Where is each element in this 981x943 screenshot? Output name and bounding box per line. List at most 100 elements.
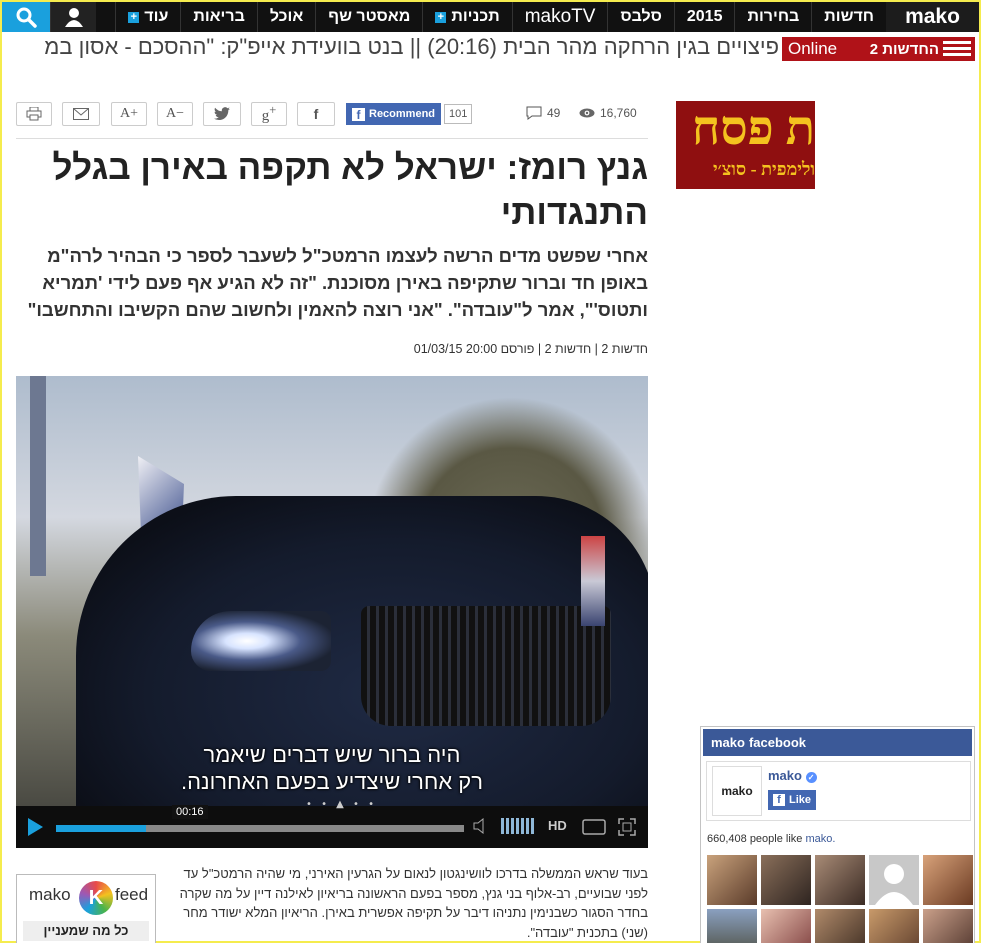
fullscreen-icon[interactable] — [618, 818, 636, 836]
video-progress-bar[interactable]: 00:16 — [56, 805, 464, 832]
font-increase-button[interactable]: A+ — [111, 102, 147, 126]
mako-feed-box[interactable]: mako K feed כל מה שמעניין — [16, 874, 156, 943]
nav-item[interactable]: בחירות — [734, 2, 811, 32]
fb-faces-grid — [707, 855, 973, 943]
fb-page-card: mako mako ✓ f Like — [706, 761, 971, 821]
facebook-widget: mako facebook mako mako ✓ f Like 660,408 … — [700, 726, 975, 943]
font-decrease-button[interactable]: A− — [157, 102, 193, 126]
video-subtitle-line2: רק אחרי שיצדיע בפעם האחרונה. — [180, 769, 484, 794]
video-time: 00:16 — [172, 805, 208, 819]
fb-fan-avatar[interactable] — [707, 909, 757, 943]
menu-lines-icon — [943, 41, 971, 57]
fb-fan-avatar[interactable] — [923, 855, 973, 905]
fb-fan-avatar[interactable] — [761, 909, 811, 943]
video-subtitle-line1: היה ברור שיש דברים שיאמר — [203, 742, 461, 767]
nav-item[interactable]: מאסטר שף — [315, 2, 422, 32]
play-button[interactable] — [28, 818, 43, 836]
video-progress-fill — [56, 825, 146, 832]
video-controls: • • ▲ • • 00:16 HD — [16, 799, 648, 848]
theater-mode-icon[interactable] — [582, 819, 606, 835]
ticker-text[interactable]: פיצויים בגין הרחקה מהר הבית (20:16) || ב… — [19, 34, 779, 60]
nav-items: חדשות בחירות 2015 סלבס makoTV תכניות + מאסטר שף… — [96, 2, 886, 32]
fb-fan-avatar[interactable] — [923, 909, 973, 943]
search-icon — [16, 7, 37, 28]
twitter-button[interactable] — [203, 102, 241, 126]
fb-fan-avatar[interactable] — [815, 855, 865, 905]
user-icon — [64, 8, 83, 27]
volume-slider[interactable] — [501, 818, 535, 834]
fb-fan-avatar[interactable] — [869, 855, 919, 905]
fb-like-label: Like — [789, 794, 812, 806]
eye-icon — [579, 108, 595, 118]
print-button[interactable] — [16, 102, 52, 126]
fb-avatar-text: mako — [721, 784, 753, 798]
fb-header-label: facebook — [748, 735, 807, 750]
fb-fan-avatar[interactable] — [869, 909, 919, 943]
fb-page-name-text: mako — [768, 768, 802, 783]
comments-count[interactable]: 49 — [526, 106, 560, 120]
fb-like-button[interactable]: f Like — [768, 790, 817, 810]
email-button[interactable] — [62, 102, 100, 126]
comments-value: 49 — [547, 106, 561, 120]
fb-recommend-button[interactable]: f Recommend — [346, 103, 442, 125]
fb-fan-avatar[interactable] — [815, 909, 865, 943]
font-decrease-label: A− — [165, 106, 184, 121]
nav-item-label: בחירות — [747, 8, 800, 25]
fb-page-name[interactable]: mako ✓ — [768, 768, 817, 783]
nav-item-label: makoTV — [524, 6, 596, 27]
google-plus-icon: g+ — [261, 103, 277, 124]
fb-like-icon: f — [773, 794, 785, 806]
news-ticker: פיצויים בגין הרחקה מהר הבית (20:16) || ב… — [2, 32, 979, 65]
nav-item[interactable]: חדשות — [811, 2, 886, 32]
article-title: גנץ רומז: ישראל לא תקפה באירן בגלל התנגד… — [52, 148, 648, 232]
ad-banner[interactable]: ת פסח ולימפית - סוצ׳י — [676, 101, 815, 189]
nav-item[interactable]: בריאות — [180, 2, 257, 32]
channel-label: החדשות 2 — [869, 40, 939, 58]
fb-likes-count: 660,408 people like mako. — [707, 833, 835, 845]
nav-item[interactable]: סלבס — [607, 2, 673, 32]
fb-recommend[interactable]: f Recommend 101 — [346, 103, 473, 125]
nav-item[interactable]: אוכל — [256, 2, 315, 32]
plus-icon: + — [128, 11, 140, 23]
default-user-icon — [875, 864, 913, 905]
divider — [16, 138, 648, 139]
fb-logo-icon: f — [352, 107, 365, 122]
nav-item[interactable]: תכניות + — [422, 2, 511, 32]
views-value: 16,760 — [600, 106, 637, 120]
nav-item[interactable]: 2015 — [673, 2, 735, 32]
fb-page-avatar[interactable]: mako — [712, 766, 762, 816]
video-dots: • • ▲ • • — [306, 799, 377, 810]
video-frame-flag-2 — [581, 536, 605, 626]
share-toolbar: A+ A− g+ f f Recommend 101 49 16,760 — [16, 100, 648, 130]
fb-fan-avatar[interactable] — [761, 855, 811, 905]
mako-logo[interactable]: mako — [886, 2, 979, 32]
fb-fan-avatar[interactable] — [707, 855, 757, 905]
twitter-icon — [214, 107, 230, 121]
channel2-online-badge[interactable]: החדשות 2 Online — [781, 37, 975, 61]
volume-icon[interactable] — [472, 818, 490, 834]
video-player[interactable]: היה ברור שיש דברים שיאמר רק אחרי שיצדיע … — [16, 376, 648, 848]
nav-item-label: בריאות — [193, 8, 245, 25]
top-nav: חדשות בחירות 2015 סלבס makoTV תכניות + מאסטר שף… — [2, 2, 979, 32]
print-icon — [26, 107, 42, 121]
hd-toggle[interactable]: HD — [548, 818, 567, 833]
font-increase-label: A+ — [119, 106, 138, 121]
comment-icon — [526, 106, 542, 120]
video-frame-grille — [361, 606, 611, 726]
feed-brand-left: mako — [29, 885, 71, 904]
video-frame-pole — [30, 376, 46, 576]
user-button[interactable] — [50, 2, 96, 32]
nav-item[interactable]: makoTV — [511, 2, 608, 32]
nav-item[interactable]: עוד + — [115, 2, 180, 32]
logo-text: mako — [905, 5, 960, 28]
search-button[interactable] — [2, 2, 50, 32]
verified-icon: ✓ — [805, 772, 817, 783]
fb-recommend-count: 101 — [444, 104, 473, 124]
fb-likes-page[interactable]: mako. — [805, 833, 835, 845]
google-plus-button[interactable]: g+ — [251, 102, 287, 126]
facebook-share-button[interactable]: f — [297, 102, 335, 126]
nav-item-label: 2015 — [686, 8, 723, 25]
feed-tagline: כל מה שמעניין — [23, 921, 149, 941]
article-body: בעוד שראש הממשלה בדרכו לוושינגטון לנאום … — [179, 866, 648, 940]
video-frame-headlamp — [191, 611, 331, 671]
